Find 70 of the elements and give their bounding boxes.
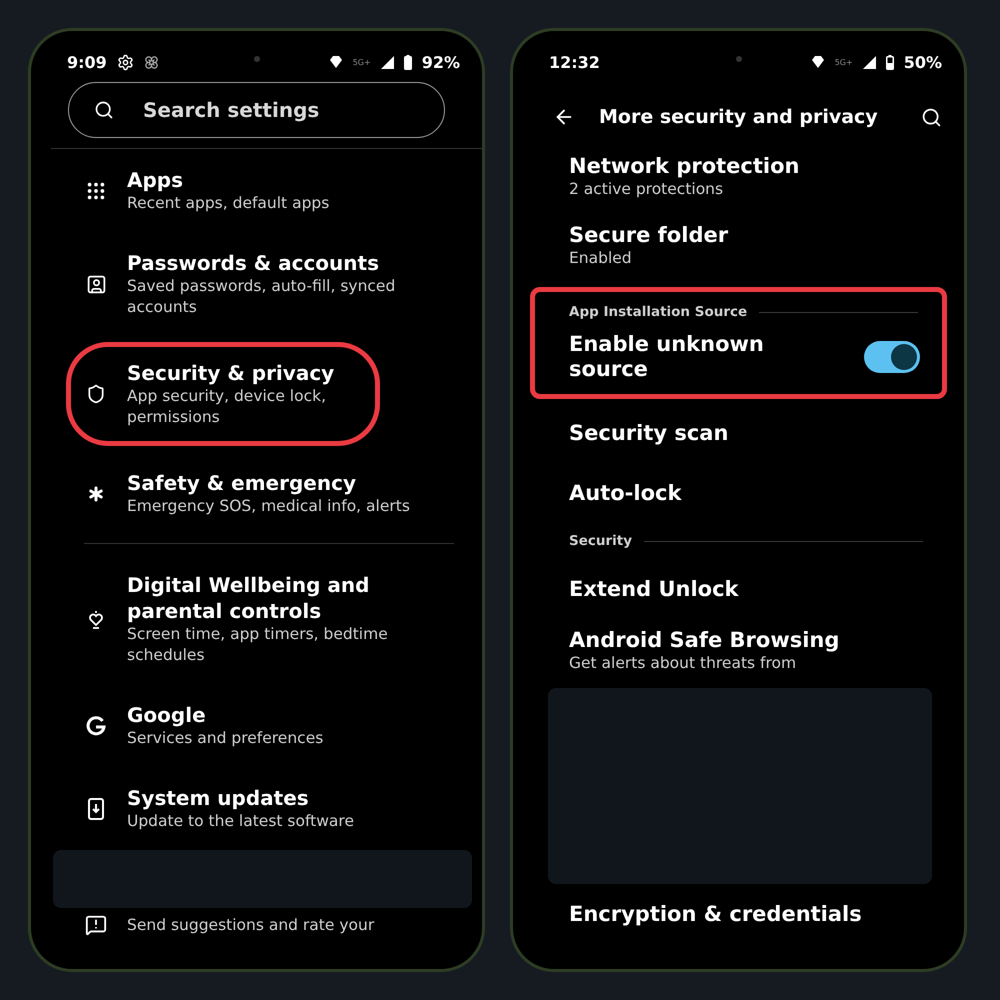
item-subtitle: Update to the latest software <box>127 811 355 832</box>
item-title: Safety & emergency <box>127 470 357 496</box>
battery-level: 50% <box>904 52 942 72</box>
settings-item[interactable]: Send suggestions and rate your <box>31 908 482 956</box>
item-subtitle: Enabled <box>569 248 633 269</box>
flower-icon <box>144 54 159 70</box>
item-title: Passwords & accounts <box>127 250 380 276</box>
settings-item[interactable]: Android Safe Browsing Get alerts about threats from <box>513 619 964 688</box>
phone-download-icon <box>88 798 104 820</box>
status-time: 9:09 <box>67 52 107 72</box>
settings-icon <box>116 54 134 70</box>
camera-dot <box>254 56 260 62</box>
item-subtitle: Emergency SOS, medical info, alerts <box>127 496 411 517</box>
g-logo-icon <box>86 716 106 736</box>
item-subtitle: 2 active protections <box>569 179 724 200</box>
status-time: 12:32 <box>549 52 600 72</box>
item-subtitle: App security, device lock, permissions <box>127 386 328 428</box>
item-title: Google <box>127 702 207 728</box>
item-title: Digital Wellbeing and parental controls <box>127 572 370 624</box>
item-title: Secure folder <box>569 222 730 248</box>
settings-item[interactable]: Security & privacy App security, device lock, permissions <box>66 342 380 446</box>
settings-item[interactable]: Network protection 2 active protections <box>513 145 964 214</box>
item-title: Auto-lock <box>569 480 683 506</box>
camera-dot <box>736 56 742 62</box>
battery-icon <box>404 54 412 70</box>
item-title: Network protection <box>569 153 800 179</box>
settings-item[interactable]: Security scan <box>513 403 964 463</box>
settings-item[interactable]: Google Services and preferences <box>31 684 482 767</box>
settings-item[interactable]: Digital Wellbeing and parental controls Screen time, app timers, bedtime schedules <box>31 554 482 684</box>
screen-title: More security and privacy <box>599 106 879 128</box>
shield-icon <box>86 384 106 404</box>
settings-item[interactable]: Safety & emergency Emergency SOS, medical info, alerts <box>31 452 482 535</box>
settings-item[interactable]: Extend Unlock <box>513 559 964 619</box>
item-subtitle: Saved passwords, auto-fill, synced accounts <box>127 276 396 318</box>
item-title: Apps <box>127 167 184 193</box>
item-subtitle: Send suggestions and rate your <box>127 914 376 936</box>
gem-icon <box>328 56 343 68</box>
network-type: 5G+ <box>352 58 371 66</box>
battery-level: 92% <box>422 52 460 72</box>
item-subtitle: Recent apps, default apps <box>127 193 330 214</box>
gem-icon <box>810 56 825 68</box>
settings-item[interactable]: Secure folder Enabled <box>513 214 964 283</box>
item-subtitle: Get alerts about threats from <box>569 653 798 674</box>
settings-item[interactable]: Encryption & credentials <box>513 884 964 944</box>
item-title: Android Safe Browsing <box>569 627 840 653</box>
settings-item[interactable]: System updates Update to the latest software <box>31 767 482 850</box>
item-title: Security & privacy <box>127 360 336 386</box>
item-title: Encryption & credentials <box>569 901 863 927</box>
search-icon <box>94 100 114 120</box>
signal-icon <box>380 56 394 68</box>
toggle-switch[interactable] <box>864 341 920 373</box>
signal-icon <box>862 56 876 68</box>
section-header: Security <box>569 533 632 549</box>
item-subtitle: Screen time, app timers, bedtime schedules <box>127 624 389 666</box>
search-icon[interactable] <box>921 106 942 128</box>
item-title: Security scan <box>569 420 730 446</box>
toggle-label: Enable unknown source <box>569 332 765 382</box>
feedback-icon <box>85 914 107 936</box>
search-field[interactable]: Search settings <box>68 82 445 138</box>
item-title: System updates <box>127 785 310 811</box>
settings-item[interactable]: Auto-lock <box>513 463 964 523</box>
section-header: App Installation Source <box>569 304 748 320</box>
account-icon <box>86 274 106 294</box>
settings-item[interactable]: Apps Recent apps, default apps <box>31 149 482 232</box>
heart-pin-icon <box>88 609 104 629</box>
item-subtitle: Services and preferences <box>127 728 324 749</box>
settings-item[interactable]: Passwords & accounts Saved passwords, auto-fill, synced accounts <box>31 232 482 336</box>
item-title: Extend Unlock <box>569 576 740 602</box>
battery-icon <box>886 54 894 70</box>
network-type: 5G+ <box>834 58 853 66</box>
